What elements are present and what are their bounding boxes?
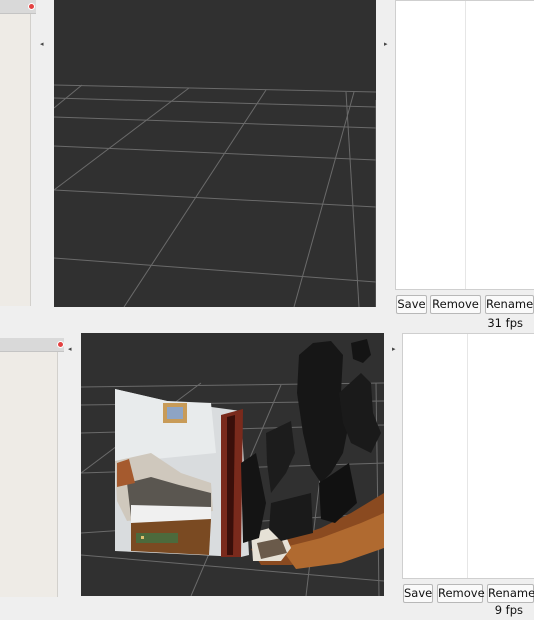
fps-counter: 9 fps (494, 603, 523, 617)
fps-counter: 31 fps (487, 316, 523, 330)
bottom-sidebar-header (0, 338, 64, 352)
top-grid-floor (54, 84, 376, 307)
remove-button[interactable]: Remove (437, 584, 485, 603)
rename-button[interactable]: Rename (485, 295, 534, 314)
collapse-right-icon[interactable]: ▸ (392, 346, 396, 353)
collapse-left-icon[interactable]: ◂ (68, 346, 72, 353)
bottom-grid-floor (81, 339, 384, 596)
save-button[interactable]: Save (396, 295, 427, 314)
close-dot-icon[interactable] (57, 341, 64, 348)
point-cloud (115, 339, 384, 569)
close-dot-icon[interactable] (28, 3, 35, 10)
save-button[interactable]: Save (403, 584, 433, 603)
list-column-divider (467, 334, 468, 578)
collapse-right-icon[interactable]: ▸ (384, 41, 388, 48)
collapse-left-icon[interactable]: ◂ (40, 41, 44, 48)
list-column-divider (465, 1, 466, 289)
bottom-list-panel[interactable] (402, 333, 534, 579)
top-sidebar (0, 0, 31, 306)
top-3d-viewport[interactable] (54, 0, 376, 307)
rename-button[interactable]: Rename (487, 584, 534, 603)
bottom-3d-viewport[interactable] (81, 333, 384, 596)
bottom-sidebar (0, 338, 58, 597)
remove-button[interactable]: Remove (430, 295, 481, 314)
top-list-panel[interactable] (395, 0, 534, 290)
